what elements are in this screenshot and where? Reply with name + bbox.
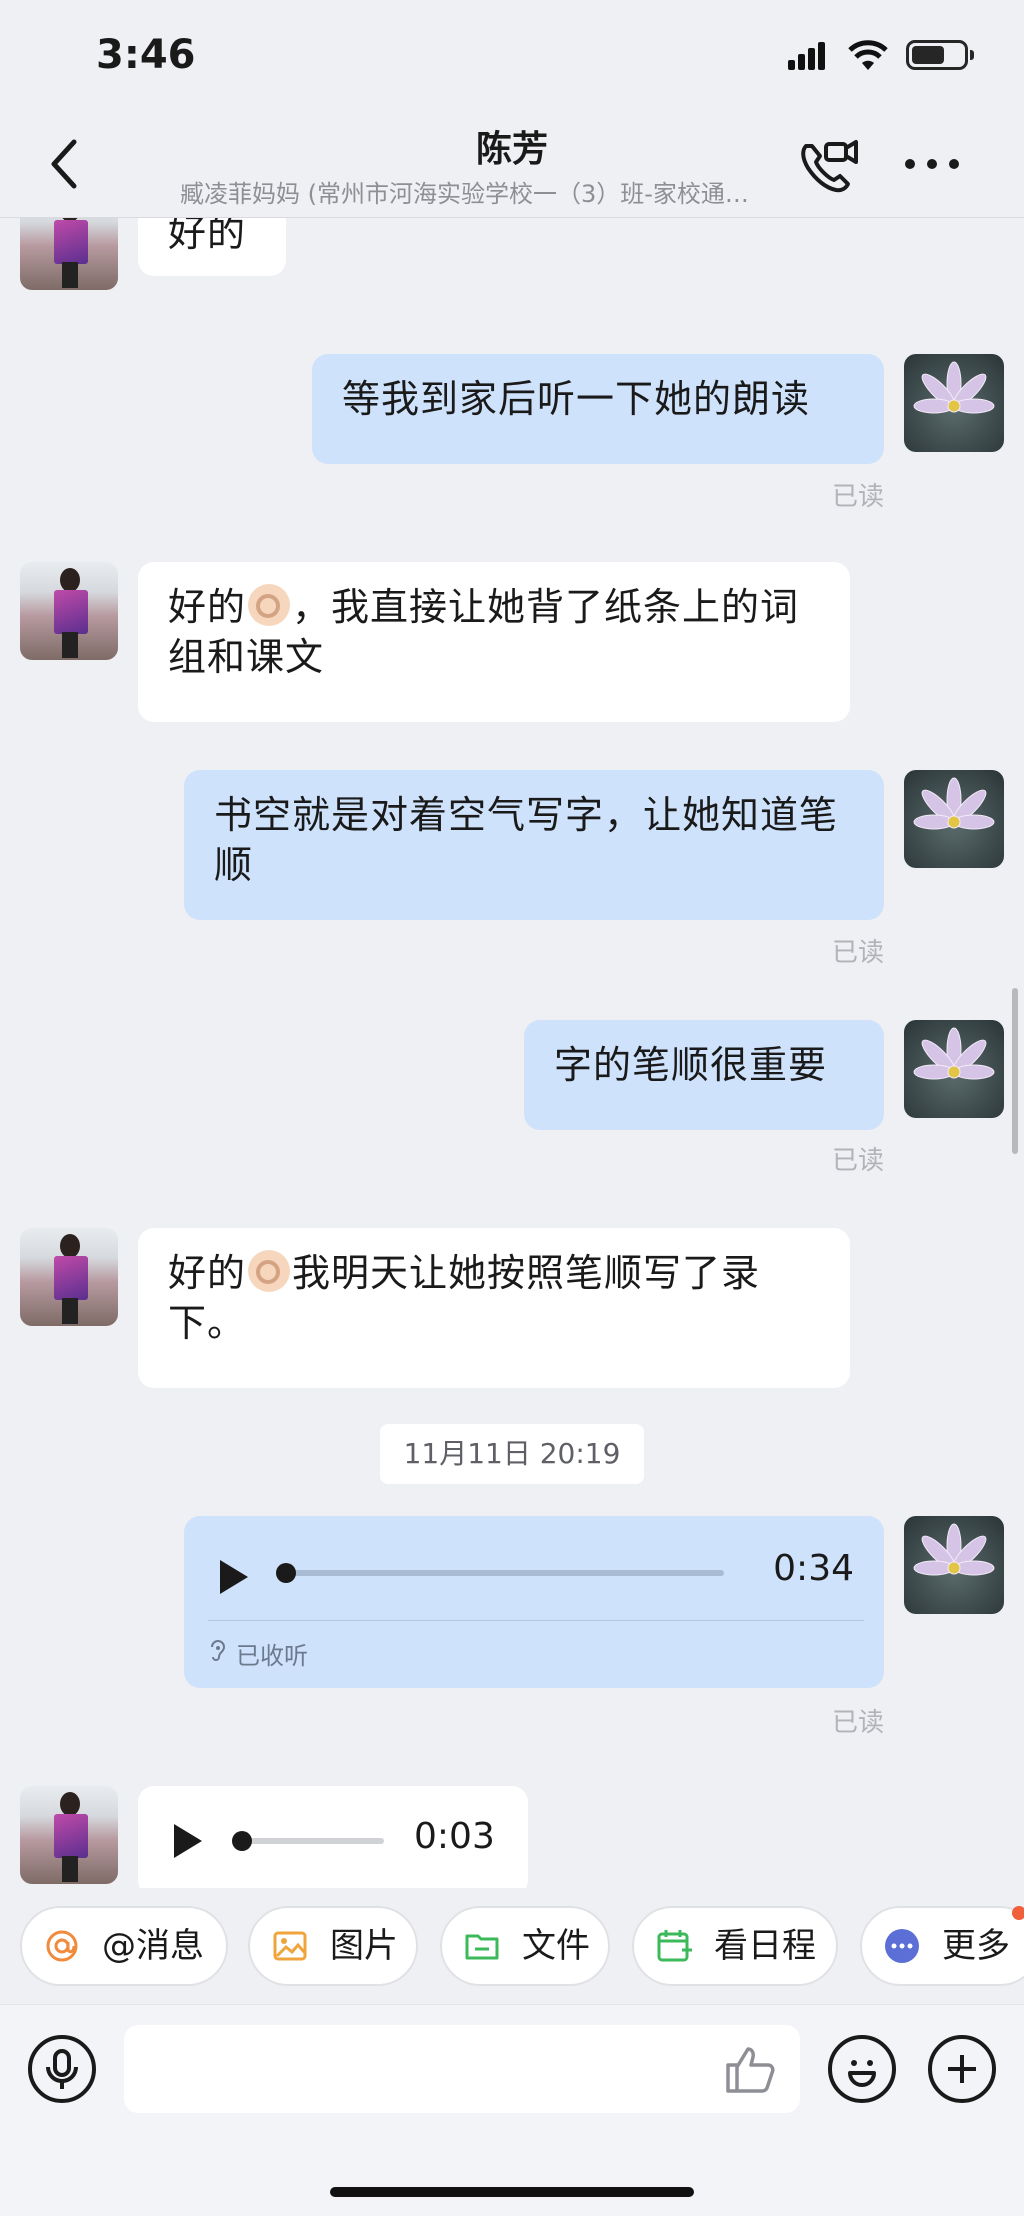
message-bubble-outgoing[interactable]: 书空就是对着空气写字，让她知道笔顺 xyxy=(184,770,884,920)
chat-area[interactable]: 好的 等我到家后听一下她的朗读 已读 好的 ，我直接让她背了纸条上的词组和课文 书… xyxy=(0,218,1024,1888)
divider xyxy=(208,1620,864,1621)
voice-duration: 0:34 xyxy=(773,1548,854,1589)
notification-dot xyxy=(1012,1906,1024,1920)
contact-avatar[interactable] xyxy=(20,1786,118,1884)
emoji-button[interactable] xyxy=(828,2035,896,2103)
quick-action-label: 更多 xyxy=(942,1926,1010,1966)
message-text: 等我到家后听一下她的朗读 xyxy=(342,377,811,421)
voice-message-outgoing[interactable]: 0:34 已收听 xyxy=(184,1516,884,1688)
input-bar xyxy=(0,2004,1024,2216)
read-status: 已读 xyxy=(831,1708,884,1738)
chat-header: 陈芳 臧凌菲妈妈 (常州市河海实验学校一（3）班-家校通… xyxy=(0,110,1024,218)
quick-action-calendar[interactable]: 看日程 xyxy=(632,1906,838,1986)
read-status: 已读 xyxy=(831,482,884,512)
quick-action-label: @消息 xyxy=(102,1926,204,1966)
thumbs-up-icon[interactable] xyxy=(724,2043,776,2095)
message-bubble-incoming[interactable]: 好的 我明天让她按照笔顺写了录下。 xyxy=(138,1228,850,1388)
quick-action-bar: @消息 图片 文件 看日程 更多 xyxy=(0,1888,1024,2004)
at-icon xyxy=(46,1930,78,1962)
voice-progress-knob[interactable] xyxy=(276,1563,296,1583)
play-icon[interactable] xyxy=(220,1560,248,1594)
quick-action-label: 看日程 xyxy=(714,1926,816,1966)
my-avatar[interactable] xyxy=(904,770,1004,868)
smiley-icon xyxy=(848,2060,876,2087)
home-indicator xyxy=(330,2187,694,2197)
plus-icon xyxy=(948,2055,976,2083)
contact-avatar[interactable] xyxy=(20,1228,118,1326)
read-status: 已读 xyxy=(831,938,884,968)
voice-input-button[interactable] xyxy=(28,2035,96,2103)
status-bar: 3:46 xyxy=(0,0,1024,110)
folder-icon xyxy=(465,1934,499,1960)
message-text: 字的笔顺很重要 xyxy=(554,1043,828,1087)
add-attachment-button[interactable] xyxy=(928,2035,996,2103)
voice-message-incoming[interactable]: 0:03 xyxy=(138,1786,528,1888)
voice-progress-knob[interactable] xyxy=(232,1831,252,1851)
quick-action-label: 文件 xyxy=(522,1926,590,1966)
quick-action-more[interactable]: 更多 xyxy=(860,1906,1024,1986)
message-bubble-incoming[interactable]: 好的 xyxy=(138,218,286,276)
message-bubble-outgoing[interactable]: 等我到家后听一下她的朗读 xyxy=(312,354,884,464)
voice-progress-track[interactable] xyxy=(284,1570,724,1576)
signal-icon xyxy=(788,40,828,70)
voice-progress-track[interactable] xyxy=(238,1838,384,1844)
quick-action-image[interactable]: 图片 xyxy=(248,1906,418,1986)
voice-duration: 0:03 xyxy=(414,1816,495,1857)
my-avatar[interactable] xyxy=(904,1020,1004,1118)
ok-hand-emoji-icon xyxy=(248,584,291,626)
message-timestamp: 11月11日 20:19 xyxy=(380,1424,644,1484)
play-icon[interactable] xyxy=(174,1824,202,1858)
quick-action-mention[interactable]: @消息 xyxy=(20,1906,228,1986)
contact-subtitle: 臧凌菲妈妈 (常州市河海实验学校一（3）班-家校通… xyxy=(180,180,749,208)
status-time: 3:46 xyxy=(96,32,196,78)
contact-avatar[interactable] xyxy=(20,562,118,660)
more-options-icon[interactable] xyxy=(900,144,964,184)
read-status: 已读 xyxy=(831,1146,884,1176)
message-bubble-incoming[interactable]: 好的 ，我直接让她背了纸条上的词组和课文 xyxy=(138,562,850,722)
message-text: 好的 xyxy=(168,585,247,629)
message-text: 书空就是对着空气写字，让她知道笔顺 xyxy=(214,793,839,887)
my-avatar[interactable] xyxy=(904,354,1004,452)
battery-icon xyxy=(906,40,974,70)
more-dots-icon xyxy=(885,1929,919,1963)
message-input[interactable] xyxy=(124,2025,800,2113)
my-avatar[interactable] xyxy=(904,1516,1004,1614)
contact-avatar[interactable] xyxy=(20,218,118,290)
ok-hand-emoji-icon xyxy=(248,1250,291,1292)
message-text: 好的 xyxy=(168,1251,247,1295)
scrollbar[interactable] xyxy=(1012,988,1018,1154)
microphone-icon xyxy=(46,2049,78,2089)
wifi-icon xyxy=(848,40,888,70)
calendar-icon xyxy=(657,1930,692,1962)
quick-action-label: 图片 xyxy=(330,1926,398,1966)
video-call-icon[interactable] xyxy=(796,136,860,196)
listened-label: 已收听 xyxy=(236,1642,308,1670)
message-bubble-outgoing[interactable]: 字的笔顺很重要 xyxy=(524,1020,884,1130)
quick-action-file[interactable]: 文件 xyxy=(440,1906,610,1986)
ear-icon xyxy=(211,1640,226,1661)
contact-name: 陈芳 xyxy=(475,129,548,170)
message-text: 好的 xyxy=(168,218,247,255)
image-icon xyxy=(273,1931,307,1961)
